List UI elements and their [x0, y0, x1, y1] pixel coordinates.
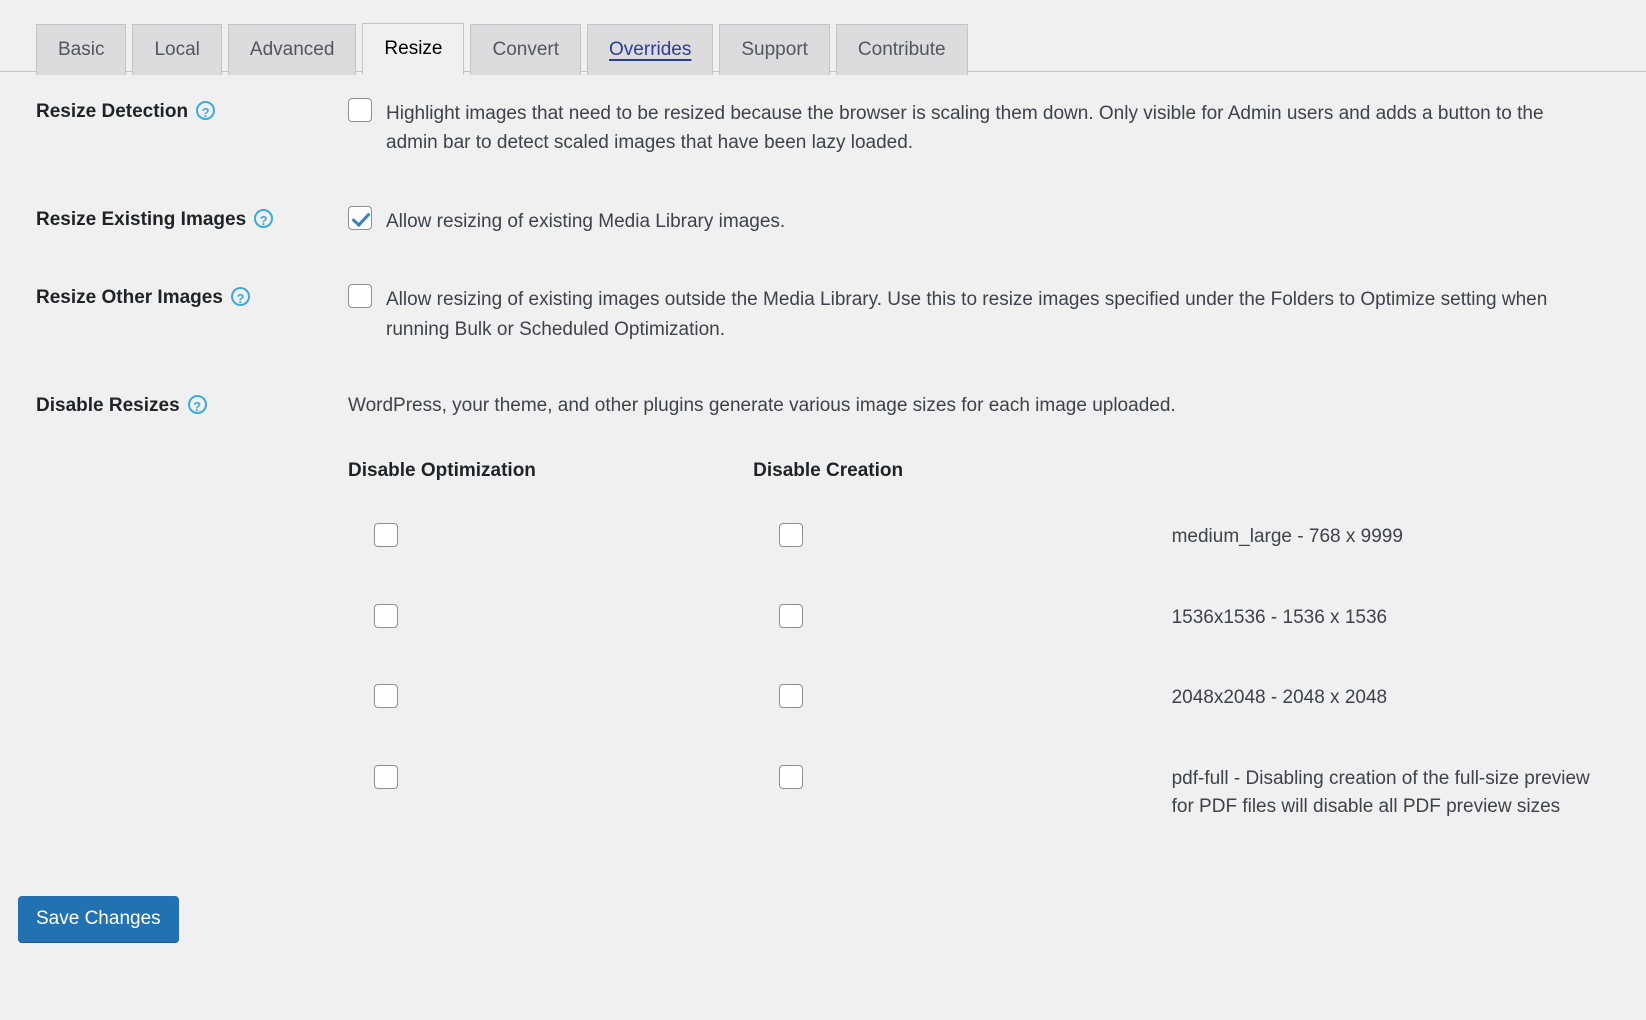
submit-area: Save Changes: [18, 896, 179, 942]
save-changes-button[interactable]: Save Changes: [18, 896, 179, 942]
setting-row-resize-detection: Resize Detection ? Highlight images that…: [18, 74, 1628, 182]
tab-advanced[interactable]: Advanced: [228, 24, 357, 75]
image-sizes-grid: Disable Optimization Disable Creation me…: [348, 459, 1610, 822]
disable-creation-checkbox[interactable]: [779, 684, 803, 708]
settings-content: Resize Detection ? Highlight images that…: [0, 74, 1646, 846]
column-header-size-name: [1172, 459, 1610, 524]
image-size-row: 2048x2048 - 2048 x 2048: [348, 684, 1610, 765]
image-size-row: medium_large - 768 x 9999: [348, 523, 1610, 604]
disable-creation-cell: [753, 523, 1171, 604]
setting-label-cell-resize-existing-images: Resize Existing Images ?: [18, 182, 348, 260]
image-size-name: medium_large - 768 x 9999: [1172, 526, 1403, 547]
resize-detection-option[interactable]: Highlight images that need to be resized…: [348, 98, 1553, 158]
disable-optimization-checkbox[interactable]: [374, 604, 398, 628]
disable-optimization-cell: [348, 523, 753, 604]
image-size-name: 2048x2048 - 2048 x 2048: [1172, 687, 1388, 708]
resize-detection-description: Highlight images that need to be resized…: [386, 98, 1553, 158]
resize-detection-label: Resize Detection: [36, 100, 188, 125]
tab-overrides[interactable]: Overrides: [587, 24, 713, 75]
resize-existing-images-checkbox[interactable]: [348, 206, 372, 230]
disable-resizes-description: WordPress, your theme, and other plugins…: [348, 392, 1610, 421]
disable-resizes-label: Disable Resizes: [36, 394, 180, 419]
question-mark-circle-icon[interactable]: ?: [188, 395, 207, 414]
image-size-row: pdf-full - Disabling creation of the ful…: [348, 765, 1610, 822]
resize-existing-images-option[interactable]: Allow resizing of existing Media Library…: [348, 206, 1553, 236]
resize-detection-checkbox[interactable]: [348, 98, 372, 122]
setting-row-resize-other-images: Resize Other Images ? Allow resizing of …: [18, 260, 1628, 368]
tab-list: BasicLocalAdvancedResizeConvertOverrides…: [36, 22, 974, 74]
question-mark-circle-icon[interactable]: ?: [231, 287, 250, 306]
disable-creation-checkbox[interactable]: [779, 604, 803, 628]
resize-other-images-label: Resize Other Images: [36, 286, 223, 311]
disable-optimization-checkbox[interactable]: [374, 523, 398, 547]
resize-existing-images-label: Resize Existing Images: [36, 208, 246, 233]
tab-support[interactable]: Support: [719, 24, 830, 75]
tab-resize[interactable]: Resize: [362, 23, 464, 75]
setting-label-cell-disable-resizes: Disable Resizes ?: [18, 368, 348, 846]
disable-optimization-cell: [348, 604, 753, 685]
image-sizes-body: medium_large - 768 x 9999 1536x1536 - 153…: [348, 523, 1610, 822]
setting-label-cell-resize-detection: Resize Detection ?: [18, 74, 348, 182]
disable-creation-cell: [753, 684, 1171, 765]
column-header-disable-optimization: Disable Optimization: [348, 459, 753, 524]
image-size-name: pdf-full - Disabling creation of the ful…: [1172, 768, 1590, 818]
disable-creation-cell: [753, 765, 1171, 822]
disable-optimization-checkbox[interactable]: [374, 684, 398, 708]
tab-convert[interactable]: Convert: [470, 24, 581, 75]
image-size-name-cell: pdf-full - Disabling creation of the ful…: [1172, 765, 1610, 822]
resize-other-images-checkbox[interactable]: [348, 284, 372, 308]
resize-settings-table: Resize Detection ? Highlight images that…: [18, 74, 1628, 846]
disable-optimization-cell: [348, 684, 753, 765]
disable-optimization-cell: [348, 765, 753, 822]
image-sizes-header-row: Disable Optimization Disable Creation: [348, 459, 1610, 524]
setting-row-disable-resizes: Disable Resizes ? WordPress, your theme,…: [18, 368, 1628, 846]
question-mark-circle-icon[interactable]: ?: [254, 209, 273, 228]
setting-control-cell-resize-other-images: Allow resizing of existing images outsid…: [348, 260, 1628, 368]
setting-control-cell-resize-detection: Highlight images that need to be resized…: [348, 74, 1628, 182]
image-size-name-cell: 1536x1536 - 1536 x 1536: [1172, 604, 1610, 685]
disable-creation-cell: [753, 604, 1171, 685]
resize-other-images-option[interactable]: Allow resizing of existing images outsid…: [348, 284, 1553, 344]
question-mark-circle-icon[interactable]: ?: [196, 101, 215, 120]
setting-label-cell-resize-other-images: Resize Other Images ?: [18, 260, 348, 368]
tab-contribute[interactable]: Contribute: [836, 24, 968, 75]
resize-existing-images-description: Allow resizing of existing Media Library…: [386, 206, 785, 236]
tab-basic[interactable]: Basic: [36, 24, 126, 75]
image-size-name: 1536x1536 - 1536 x 1536: [1172, 607, 1388, 628]
setting-control-cell-resize-existing-images: Allow resizing of existing Media Library…: [348, 182, 1628, 260]
settings-tab-bar: BasicLocalAdvancedResizeConvertOverrides…: [0, 0, 1646, 74]
setting-control-cell-disable-resizes: WordPress, your theme, and other plugins…: [348, 368, 1628, 846]
tab-local[interactable]: Local: [132, 24, 221, 75]
disable-optimization-checkbox[interactable]: [374, 765, 398, 789]
setting-row-resize-existing-images: Resize Existing Images ? Allow resizing …: [18, 182, 1628, 260]
image-size-name-cell: medium_large - 768 x 9999: [1172, 523, 1610, 604]
resize-other-images-description: Allow resizing of existing images outsid…: [386, 284, 1553, 344]
column-header-disable-creation: Disable Creation: [753, 459, 1171, 524]
image-size-row: 1536x1536 - 1536 x 1536: [348, 604, 1610, 685]
image-size-name-cell: 2048x2048 - 2048 x 2048: [1172, 684, 1610, 765]
disable-creation-checkbox[interactable]: [779, 523, 803, 547]
disable-creation-checkbox[interactable]: [779, 765, 803, 789]
